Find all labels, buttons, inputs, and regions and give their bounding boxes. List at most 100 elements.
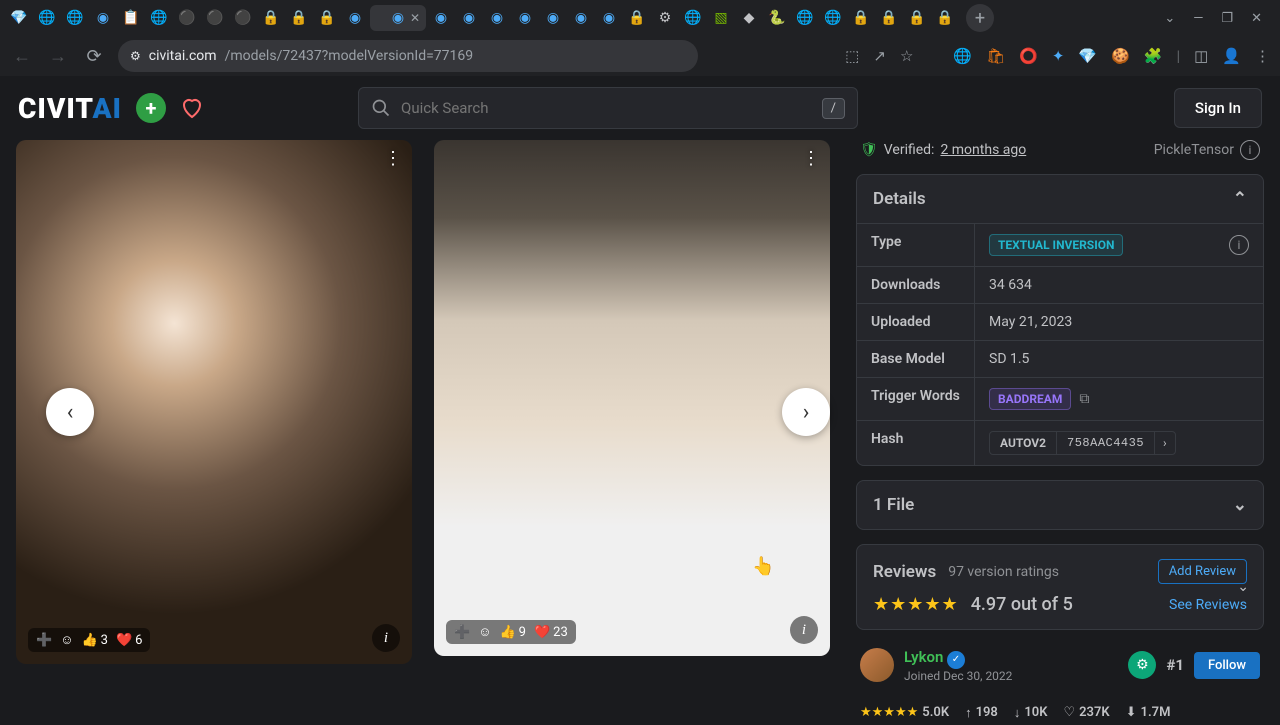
emoji-button[interactable]: ☺ bbox=[60, 632, 73, 648]
browser-tab[interactable]: 🐍 bbox=[764, 5, 790, 31]
browser-tab[interactable]: 🌐 bbox=[792, 5, 818, 31]
browser-tab[interactable]: 📋 bbox=[118, 5, 144, 31]
browser-tab[interactable]: ◉ bbox=[568, 5, 594, 31]
browser-tab[interactable]: 🔒 bbox=[876, 5, 902, 31]
browser-tab[interactable]: 🔒 bbox=[932, 5, 958, 31]
create-button[interactable]: + bbox=[136, 93, 166, 123]
image-info-button[interactable]: i bbox=[790, 616, 818, 644]
emoji-button[interactable]: ☺ bbox=[478, 624, 491, 640]
hash-selector[interactable]: AUTOV2 758AAC4435 › bbox=[989, 431, 1176, 455]
search-box[interactable]: / bbox=[358, 87, 858, 129]
minimize-icon[interactable]: — bbox=[1193, 11, 1203, 26]
detail-row: Hash AUTOV2 758AAC4435 › bbox=[857, 420, 1263, 465]
browser-tab[interactable]: ◉ bbox=[342, 5, 368, 31]
files-panel: 1 File ⌄ bbox=[856, 480, 1264, 530]
browser-tab[interactable]: 🌐 bbox=[34, 5, 60, 31]
browser-tab[interactable]: 🌐 bbox=[820, 5, 846, 31]
close-icon[interactable]: ✕ bbox=[410, 11, 420, 25]
chevron-down-icon[interactable]: ⌄ bbox=[1164, 11, 1175, 26]
see-reviews-link[interactable]: See Reviews bbox=[1169, 597, 1247, 613]
browser-tab[interactable]: ◉ bbox=[456, 5, 482, 31]
url-input[interactable]: ⚙ civitai.com/models/72437?modelVersionI… bbox=[118, 40, 698, 72]
heart-reaction[interactable]: ❤️ 23 bbox=[534, 625, 568, 640]
browser-tab[interactable]: ⚫ bbox=[202, 5, 228, 31]
gallery-image[interactable]: ⋮ ➕ ☺ 👍 9 ❤️ 23 i bbox=[434, 140, 830, 656]
browser-tab[interactable]: 🔒 bbox=[624, 5, 650, 31]
bookmark-icon[interactable]: ☆ bbox=[900, 47, 913, 65]
browser-tab[interactable]: ◉ bbox=[90, 5, 116, 31]
browser-tab[interactable]: ◉ bbox=[512, 5, 538, 31]
details-header[interactable]: Details ⌃ bbox=[857, 175, 1263, 223]
share-icon[interactable]: ↗ bbox=[873, 47, 886, 65]
extensions-icon[interactable]: 🧩 bbox=[1144, 47, 1163, 65]
trigger-word-badge[interactable]: BADDREAM bbox=[989, 388, 1071, 410]
ext-icon[interactable]: ⭕ bbox=[1019, 47, 1038, 65]
forward-button[interactable]: → bbox=[46, 46, 70, 67]
browser-tab[interactable]: 🔒 bbox=[848, 5, 874, 31]
add-review-button[interactable]: Add Review bbox=[1158, 559, 1247, 584]
ext-icon[interactable]: 💎 bbox=[1078, 47, 1097, 65]
carousel-prev-button[interactable]: ‹ bbox=[46, 388, 94, 436]
files-header[interactable]: 1 File ⌄ bbox=[857, 481, 1263, 529]
chevron-down-icon[interactable]: ⌄ bbox=[1237, 579, 1249, 595]
image-gallery: ⋮ ➕ ☺ 👍 3 ❤️ 6 i ⋮ ➕ ☺ 👍 9 ❤️ 23 i ‹ › 👆 bbox=[16, 140, 836, 688]
chevron-right-icon[interactable]: › bbox=[1154, 432, 1175, 454]
follow-button[interactable]: Follow bbox=[1194, 652, 1260, 679]
browser-tab[interactable]: 💎 bbox=[6, 5, 32, 31]
copy-icon[interactable]: ⧉ bbox=[1079, 391, 1089, 407]
add-reaction-button[interactable]: ➕ bbox=[36, 633, 52, 648]
profile-icon[interactable]: 👤 bbox=[1222, 47, 1241, 65]
carousel-next-button[interactable]: › bbox=[782, 388, 830, 436]
browser-tab[interactable]: 🌐 bbox=[680, 5, 706, 31]
image-info-button[interactable]: i bbox=[372, 624, 400, 652]
menu-icon[interactable]: ⋮ bbox=[1255, 47, 1270, 65]
detail-row: Base Model SD 1.5 bbox=[857, 340, 1263, 377]
browser-tab[interactable]: 🔒 bbox=[314, 5, 340, 31]
browser-tab[interactable]: 🌐 bbox=[62, 5, 88, 31]
back-button[interactable]: ← bbox=[10, 46, 34, 67]
browser-tab[interactable]: 🔒 bbox=[904, 5, 930, 31]
author-name-link[interactable]: Lykon bbox=[904, 648, 943, 666]
heart-reaction[interactable]: ❤️ 6 bbox=[116, 633, 143, 648]
type-badge: TEXTUAL INVERSION bbox=[989, 234, 1123, 256]
browser-tab[interactable]: ◆ bbox=[736, 5, 762, 31]
site-info-icon[interactable]: ⚙ bbox=[130, 49, 141, 63]
ext-icon[interactable]: 🍪 bbox=[1111, 47, 1130, 65]
browser-tab[interactable]: ⚙ bbox=[652, 5, 678, 31]
ext-icon[interactable]: ✦ bbox=[1052, 47, 1065, 65]
thumbs-reaction[interactable]: 👍 3 bbox=[81, 633, 108, 648]
browser-tab[interactable]: 🔒 bbox=[286, 5, 312, 31]
browser-tab[interactable]: ▧ bbox=[708, 5, 734, 31]
browser-tab[interactable]: 🌐 bbox=[146, 5, 172, 31]
install-icon[interactable]: ⬚ bbox=[845, 47, 859, 65]
browser-tab[interactable]: 🔒 bbox=[258, 5, 284, 31]
close-window-icon[interactable]: ✕ bbox=[1251, 11, 1262, 26]
browser-tab[interactable]: ⚫ bbox=[230, 5, 256, 31]
maximize-icon[interactable]: ❐ bbox=[1221, 11, 1233, 26]
panel-title: Details bbox=[873, 189, 926, 209]
ext-icon[interactable]: 🛍 bbox=[986, 47, 1005, 65]
browser-tab[interactable]: ◉ bbox=[428, 5, 454, 31]
avatar[interactable] bbox=[860, 648, 894, 682]
image-menu-icon[interactable]: ⋮ bbox=[802, 148, 820, 169]
reload-button[interactable]: ⟳ bbox=[82, 46, 106, 67]
search-input[interactable] bbox=[401, 99, 812, 117]
browser-tab[interactable]: ◉ bbox=[540, 5, 566, 31]
new-tab-button[interactable]: + bbox=[966, 4, 994, 32]
favorites-button[interactable] bbox=[180, 96, 204, 120]
info-icon[interactable]: i bbox=[1229, 235, 1249, 255]
verified-date-link[interactable]: 2 months ago bbox=[940, 142, 1026, 158]
browser-tab[interactable]: ◉ bbox=[484, 5, 510, 31]
ext-icon[interactable]: 🌐 bbox=[953, 47, 972, 65]
sign-in-button[interactable]: Sign In bbox=[1174, 88, 1262, 128]
image-menu-icon[interactable]: ⋮ bbox=[384, 148, 402, 169]
site-logo[interactable]: CIVITAI bbox=[18, 92, 122, 125]
thumbs-reaction[interactable]: 👍 9 bbox=[499, 625, 526, 640]
browser-tab[interactable]: ◉ bbox=[596, 5, 622, 31]
sidepanel-icon[interactable]: ◫ bbox=[1194, 47, 1208, 65]
browser-tab-active[interactable]: ◉✕ bbox=[370, 5, 426, 31]
browser-tab[interactable]: ⚫ bbox=[174, 5, 200, 31]
hash-value: 758AAC4435 bbox=[1057, 432, 1154, 454]
info-icon[interactable]: i bbox=[1240, 140, 1260, 160]
add-reaction-button[interactable]: ➕ bbox=[454, 625, 470, 640]
